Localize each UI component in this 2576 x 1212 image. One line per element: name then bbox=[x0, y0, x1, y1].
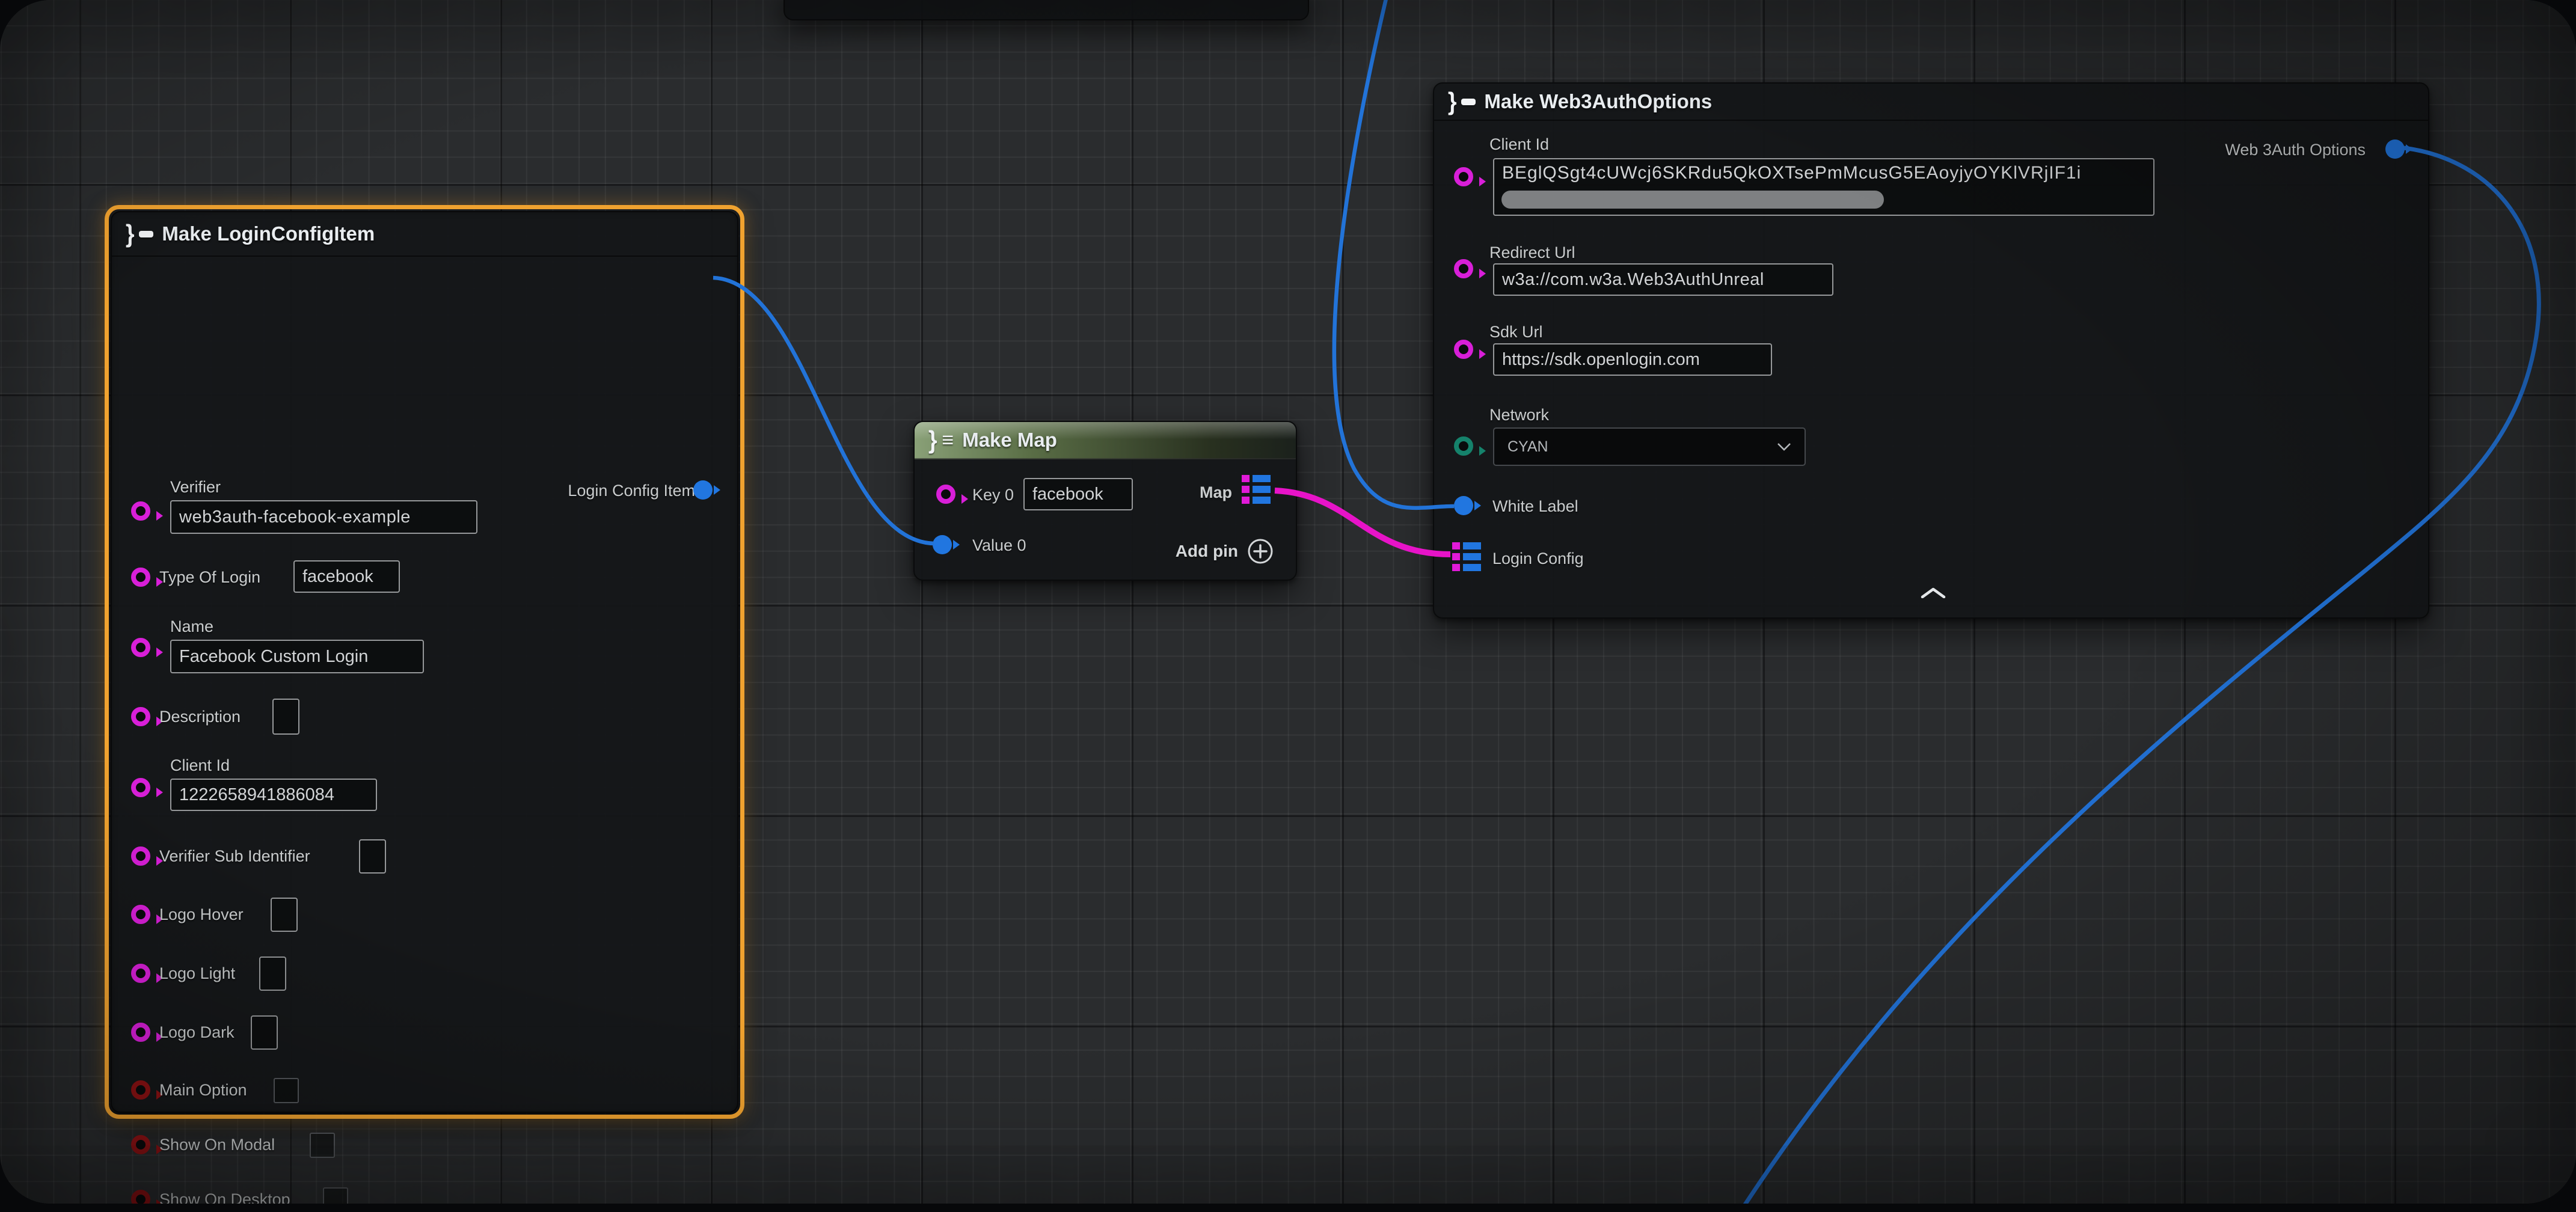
network-value: CYAN bbox=[1507, 438, 1548, 456]
pin-verifier-sub-identifier[interactable] bbox=[131, 846, 150, 866]
output-pin-label: Web 3Auth Options bbox=[2225, 141, 2366, 159]
circle-plus-icon bbox=[1247, 537, 1274, 565]
verifier-sub-identifier-label: Verifier Sub Identifier bbox=[159, 847, 310, 866]
logo-hover-label: Logo Hover bbox=[159, 905, 244, 924]
node-header[interactable]: } Make Web3AuthOptions bbox=[1434, 84, 2428, 121]
logo-light-input[interactable] bbox=[259, 956, 286, 991]
logo-dark-input[interactable] bbox=[251, 1015, 278, 1050]
pin-sdk-url[interactable] bbox=[1454, 340, 1473, 359]
show-on-desktop-checkbox[interactable] bbox=[323, 1187, 348, 1204]
pin-value-0[interactable] bbox=[933, 535, 952, 554]
node-title: Make Web3AuthOptions bbox=[1484, 90, 1712, 113]
pin-map-output[interactable] bbox=[1242, 475, 1271, 509]
pin-login-config-item-output[interactable] bbox=[693, 480, 713, 500]
wire-login-config-item-to-value-0[interactable] bbox=[713, 278, 934, 543]
pin-verifier[interactable] bbox=[131, 501, 150, 521]
client-id-label: Client Id bbox=[170, 756, 230, 775]
show-on-modal-checkbox[interactable] bbox=[310, 1133, 335, 1158]
node-make-map[interactable]: }≡ Make Map Key 0 facebook Map Value 0 A… bbox=[913, 421, 1297, 581]
description-input[interactable] bbox=[272, 699, 299, 735]
main-option-checkbox[interactable] bbox=[274, 1078, 299, 1103]
pin-show-on-desktop[interactable] bbox=[131, 1190, 150, 1204]
main-option-label: Main Option bbox=[159, 1081, 247, 1100]
node-header[interactable]: } Make LoginConfigItem bbox=[112, 212, 737, 257]
node-make-web3auth-options[interactable]: } Make Web3AuthOptions Web 3Auth Options… bbox=[1433, 82, 2429, 619]
verifier-input[interactable]: web3auth-facebook-example bbox=[170, 500, 477, 534]
logo-dark-label: Logo Dark bbox=[159, 1023, 235, 1042]
pin-name[interactable] bbox=[131, 638, 150, 657]
client-id-scrollbar[interactable] bbox=[1501, 191, 1884, 209]
logo-light-label: Logo Light bbox=[159, 964, 235, 983]
sdk-url-input[interactable]: https://sdk.openlogin.com bbox=[1493, 343, 1772, 376]
wire-map-to-login-config[interactable] bbox=[1275, 491, 1450, 554]
sdk-url-label: Sdk Url bbox=[1489, 323, 1543, 341]
offscreen-node[interactable] bbox=[784, 0, 1309, 20]
make-map-icon: }≡ bbox=[928, 427, 954, 453]
name-label: Name bbox=[170, 617, 213, 636]
collapse-node-button[interactable] bbox=[1921, 587, 1946, 601]
key-0-label: Key 0 bbox=[972, 486, 1014, 504]
network-label: Network bbox=[1489, 406, 1549, 424]
pin-main-option[interactable] bbox=[131, 1080, 150, 1100]
chevron-down-icon bbox=[1777, 442, 1791, 451]
pin-type-of-login[interactable] bbox=[131, 568, 150, 587]
make-struct-icon: } bbox=[125, 221, 153, 246]
output-pin-label: Login Config Item bbox=[568, 482, 695, 500]
pin-description[interactable] bbox=[131, 707, 150, 726]
pin-redirect-url[interactable] bbox=[1454, 259, 1473, 278]
show-on-modal-label: Show On Modal bbox=[159, 1136, 275, 1154]
pin-logo-dark[interactable] bbox=[131, 1023, 150, 1042]
key-0-input[interactable]: facebook bbox=[1023, 478, 1133, 510]
verifier-sub-identifier-input[interactable] bbox=[359, 839, 386, 874]
type-of-login-input[interactable]: facebook bbox=[293, 560, 400, 593]
node-title: Make LoginConfigItem bbox=[162, 222, 375, 245]
node-make-login-config-item[interactable]: } Make LoginConfigItem Login Config Item… bbox=[111, 211, 738, 1113]
type-of-login-label: Type Of Login bbox=[159, 568, 260, 587]
pin-key-0[interactable] bbox=[936, 485, 955, 504]
network-dropdown[interactable]: CYAN bbox=[1493, 427, 1806, 466]
logo-hover-input[interactable] bbox=[271, 898, 298, 932]
pin-show-on-modal[interactable] bbox=[131, 1135, 150, 1154]
description-label: Description bbox=[159, 708, 241, 726]
pin-client-id[interactable] bbox=[1454, 167, 1473, 186]
pin-login-config[interactable] bbox=[1452, 542, 1481, 576]
pin-client-id[interactable] bbox=[131, 778, 150, 797]
pin-web3auth-options-output[interactable] bbox=[2385, 139, 2405, 159]
client-id-label: Client Id bbox=[1489, 135, 1549, 154]
blueprint-editor: } Make LoginConfigItem Login Config Item… bbox=[0, 0, 2576, 1212]
add-pin-button[interactable]: Add pin bbox=[1176, 537, 1274, 565]
white-label-label: White Label bbox=[1492, 497, 1578, 516]
pin-logo-light[interactable] bbox=[131, 964, 150, 983]
verifier-label: Verifier bbox=[170, 478, 221, 497]
blueprint-graph-canvas[interactable]: } Make LoginConfigItem Login Config Item… bbox=[0, 0, 2576, 1204]
pin-logo-hover[interactable] bbox=[131, 905, 150, 924]
client-id-input[interactable]: 1222658941886084 bbox=[170, 779, 377, 811]
redirect-url-input[interactable]: w3a://com.w3a.Web3AuthUnreal bbox=[1493, 263, 1833, 296]
make-struct-icon: } bbox=[1447, 89, 1476, 114]
pin-network[interactable] bbox=[1454, 436, 1473, 456]
redirect-url-label: Redirect Url bbox=[1489, 243, 1575, 262]
login-config-label: Login Config bbox=[1492, 549, 1584, 568]
show-on-desktop-label: Show On Desktop bbox=[159, 1190, 290, 1204]
name-input[interactable]: Facebook Custom Login bbox=[170, 640, 424, 673]
node-title: Make Map bbox=[962, 429, 1057, 451]
node-header[interactable]: }≡ Make Map bbox=[915, 422, 1296, 459]
value-0-label: Value 0 bbox=[972, 536, 1026, 555]
pin-white-label[interactable] bbox=[1454, 496, 1473, 515]
map-output-label: Map bbox=[1200, 483, 1232, 502]
